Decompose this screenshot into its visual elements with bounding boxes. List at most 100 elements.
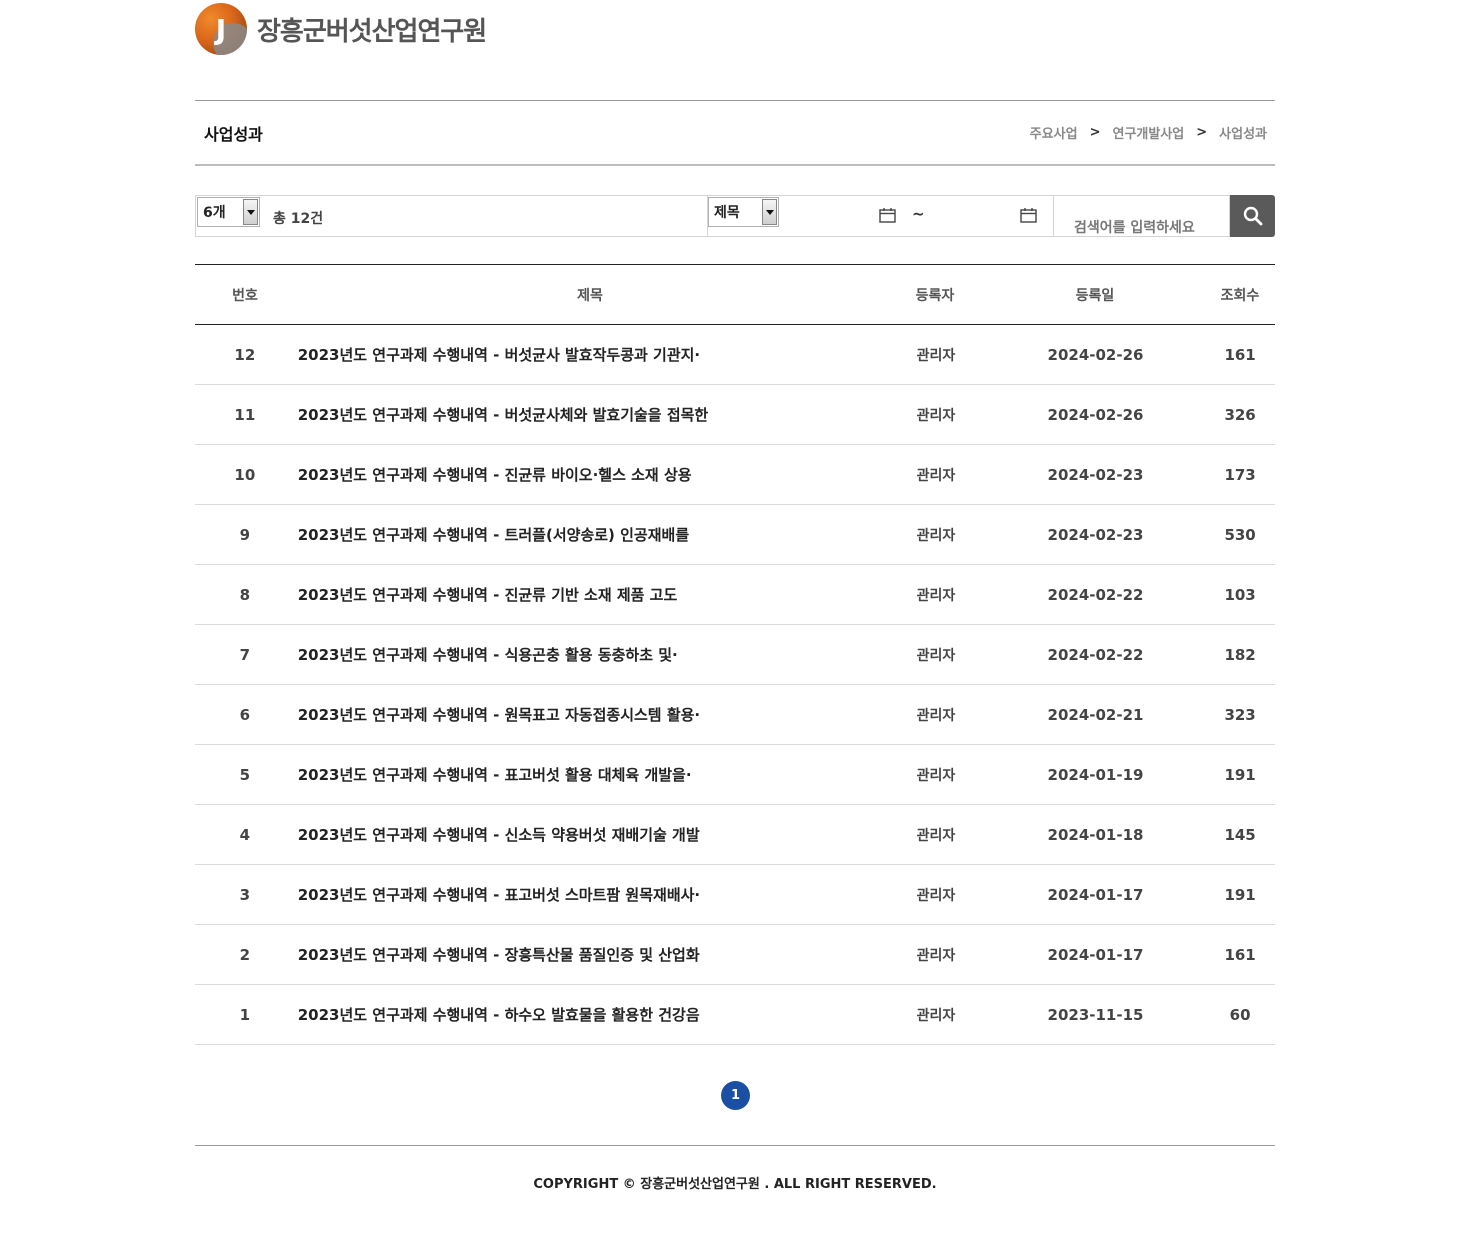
row-views: 182 xyxy=(1224,645,1256,664)
row-title-link[interactable]: 2023년도 연구과제 수행내역 - 표고버섯 스마트팜 원목재배사· xyxy=(295,884,886,905)
filter-box: 제목 ~ xyxy=(707,195,1054,237)
table-row[interactable]: 1 2023년도 연구과제 수행내역 - 하수오 발효물을 활용한 건강음 관리자 2… xyxy=(195,985,1275,1045)
column-header-title: 제목 xyxy=(577,287,603,304)
row-views: 103 xyxy=(1224,585,1256,604)
row-date: 2024-01-17 xyxy=(1047,885,1144,904)
row-title-link[interactable]: 2023년도 연구과제 수행내역 - 하수오 발효물을 활용한 건강음 xyxy=(295,1004,886,1025)
footer-divider xyxy=(195,1145,1275,1146)
row-author: 관리자 xyxy=(916,887,956,904)
row-number: 5 xyxy=(239,765,251,784)
row-date: 2024-02-26 xyxy=(1047,345,1144,364)
row-title-link[interactable]: 2023년도 연구과제 수행내역 - 버섯균사 발효작두콩과 기관지· xyxy=(295,344,886,365)
chevron-down-icon[interactable] xyxy=(243,199,258,225)
row-title-link[interactable]: 2023년도 연구과제 수행내역 - 원목표고 자동접종시스템 활용· xyxy=(295,704,886,725)
row-author: 관리자 xyxy=(916,647,956,664)
row-author: 관리자 xyxy=(916,947,956,964)
page-size-value: 6개 xyxy=(203,205,226,221)
page-title: 사업성과 xyxy=(204,124,263,144)
row-title-link[interactable]: 2023년도 연구과제 수행내역 - 표고버섯 활용 대체육 개발을· xyxy=(295,764,886,785)
row-number: 3 xyxy=(239,885,251,904)
row-number: 8 xyxy=(239,585,251,604)
row-number: 12 xyxy=(234,345,256,364)
row-views: 161 xyxy=(1224,345,1256,364)
table-body: 12 2023년도 연구과제 수행내역 - 버섯균사 발효작두콩과 기관지· 관리자… xyxy=(195,325,1275,1045)
row-author: 관리자 xyxy=(916,707,956,724)
table-row[interactable]: 6 2023년도 연구과제 수행내역 - 원목표고 자동접종시스템 활용· 관리자 2… xyxy=(195,685,1275,745)
row-number: 11 xyxy=(234,405,256,424)
row-title-link[interactable]: 2023년도 연구과제 수행내역 - 진균류 바이오·헬스 소재 상용 xyxy=(295,464,886,485)
row-views: 161 xyxy=(1224,945,1256,964)
row-date: 2024-01-19 xyxy=(1047,765,1144,784)
row-date: 2024-02-23 xyxy=(1047,525,1144,544)
row-title-link[interactable]: 2023년도 연구과제 수행내역 - 버섯균사체와 발효기술을 접목한 xyxy=(295,404,886,425)
table-row[interactable]: 4 2023년도 연구과제 수행내역 - 신소득 약용버섯 재배기술 개발 관리자 2… xyxy=(195,805,1275,865)
search-field-select[interactable]: 제목 xyxy=(708,197,779,227)
search-bar: 6개 총 12건 제목 ~ 검색어를 입력하세요 xyxy=(195,195,1275,237)
page-size-select[interactable]: 6개 xyxy=(197,197,260,227)
row-author: 관리자 xyxy=(916,467,956,484)
search-button[interactable] xyxy=(1230,195,1275,237)
row-number: 4 xyxy=(239,825,251,844)
logo-letter: J xyxy=(215,13,227,46)
row-views: 326 xyxy=(1224,405,1256,424)
calendar-start-icon[interactable] xyxy=(879,208,896,223)
column-header-date: 등록일 xyxy=(1075,287,1115,304)
calendar-end-icon[interactable] xyxy=(1020,208,1037,223)
breadcrumb-item-main-business[interactable]: 주요사업 xyxy=(1030,123,1078,142)
table-row[interactable]: 10 2023년도 연구과제 수행내역 - 진균류 바이오·헬스 소재 상용 관리자… xyxy=(195,445,1275,505)
breadcrumb-item-current[interactable]: 사업성과 xyxy=(1219,123,1267,142)
logo-mark-icon: J xyxy=(195,3,247,55)
total-count: 총 12건 xyxy=(273,211,324,227)
row-author: 관리자 xyxy=(916,827,956,844)
row-date: 2024-02-21 xyxy=(1047,705,1144,724)
chevron-down-icon[interactable] xyxy=(762,199,777,225)
row-views: 191 xyxy=(1224,765,1256,784)
date-range-separator: ~ xyxy=(912,205,925,223)
row-date: 2024-02-22 xyxy=(1047,645,1144,664)
row-date: 2023-11-15 xyxy=(1047,1005,1144,1024)
search-input[interactable]: 검색어를 입력하세요 xyxy=(1054,195,1230,237)
row-date: 2024-02-23 xyxy=(1047,465,1144,484)
row-author: 관리자 xyxy=(916,767,956,784)
breadcrumb-separator: > xyxy=(1089,125,1101,140)
row-number: 9 xyxy=(239,525,251,544)
pagination-page-1[interactable]: 1 xyxy=(721,1081,750,1110)
title-bar: 사업성과 주요사업 > 연구개발사업 > 사업성과 xyxy=(195,100,1275,166)
site-name: 장흥군버섯산업연구원 xyxy=(257,16,487,47)
row-title-link[interactable]: 2023년도 연구과제 수행내역 - 신소득 약용버섯 재배기술 개발 xyxy=(295,824,886,845)
row-views: 191 xyxy=(1224,885,1256,904)
row-title-link[interactable]: 2023년도 연구과제 수행내역 - 진균류 기반 소재 제품 고도 xyxy=(295,584,886,605)
column-header-views: 조회수 xyxy=(1220,287,1260,304)
table-header: 번호 제목 등록자 등록일 조회수 xyxy=(195,264,1275,325)
row-date: 2024-02-22 xyxy=(1047,585,1144,604)
row-title-link[interactable]: 2023년도 연구과제 수행내역 - 식용곤충 활용 동충하초 및· xyxy=(295,644,886,665)
row-number: 1 xyxy=(239,1005,251,1024)
copyright-text: COPYRIGHT © 장흥군버섯산업연구원 . ALL RIGHT RESER… xyxy=(533,1177,937,1192)
table-row[interactable]: 9 2023년도 연구과제 수행내역 - 트러플(서양송로) 인공재배를 관리자 20… xyxy=(195,505,1275,565)
table-row[interactable]: 2 2023년도 연구과제 수행내역 - 장흥특산물 품질인증 및 산업화 관리자 2… xyxy=(195,925,1275,985)
table-row[interactable]: 8 2023년도 연구과제 수행내역 - 진균류 기반 소재 제품 고도 관리자 20… xyxy=(195,565,1275,625)
row-title-link[interactable]: 2023년도 연구과제 수행내역 - 장흥특산물 품질인증 및 산업화 xyxy=(295,944,886,965)
row-views: 60 xyxy=(1229,1005,1251,1024)
site-logo[interactable]: J 장흥군버섯산업연구원 xyxy=(195,2,487,56)
breadcrumb-item-rnd[interactable]: 연구개발사업 xyxy=(1112,123,1184,142)
table-row[interactable]: 11 2023년도 연구과제 수행내역 - 버섯균사체와 발효기술을 접목한 관리자… xyxy=(195,385,1275,445)
row-author: 관리자 xyxy=(916,407,956,424)
row-number: 2 xyxy=(239,945,251,964)
row-number: 10 xyxy=(234,465,256,484)
column-header-author: 등록자 xyxy=(915,287,955,304)
row-title-link[interactable]: 2023년도 연구과제 수행내역 - 트러플(서양송로) 인공재배를 xyxy=(295,524,886,545)
list-options: 6개 총 12건 xyxy=(195,195,707,237)
row-views: 530 xyxy=(1224,525,1256,544)
results-table: 번호 제목 등록자 등록일 조회수 12 2023년도 연구과제 수행내역 - 버… xyxy=(195,264,1275,1045)
row-author: 관리자 xyxy=(916,347,956,364)
table-row[interactable]: 7 2023년도 연구과제 수행내역 - 식용곤충 활용 동충하초 및· 관리자 20… xyxy=(195,625,1275,685)
column-header-number: 번호 xyxy=(232,287,258,304)
table-row[interactable]: 3 2023년도 연구과제 수행내역 - 표고버섯 스마트팜 원목재배사· 관리자 2… xyxy=(195,865,1275,925)
row-author: 관리자 xyxy=(916,1007,956,1024)
search-field-value: 제목 xyxy=(714,205,740,221)
table-row[interactable]: 5 2023년도 연구과제 수행내역 - 표고버섯 활용 대체육 개발을· 관리자 2… xyxy=(195,745,1275,805)
row-date: 2024-01-18 xyxy=(1047,825,1144,844)
table-row[interactable]: 12 2023년도 연구과제 수행내역 - 버섯균사 발효작두콩과 기관지· 관리자… xyxy=(195,325,1275,385)
row-number: 6 xyxy=(239,705,251,724)
